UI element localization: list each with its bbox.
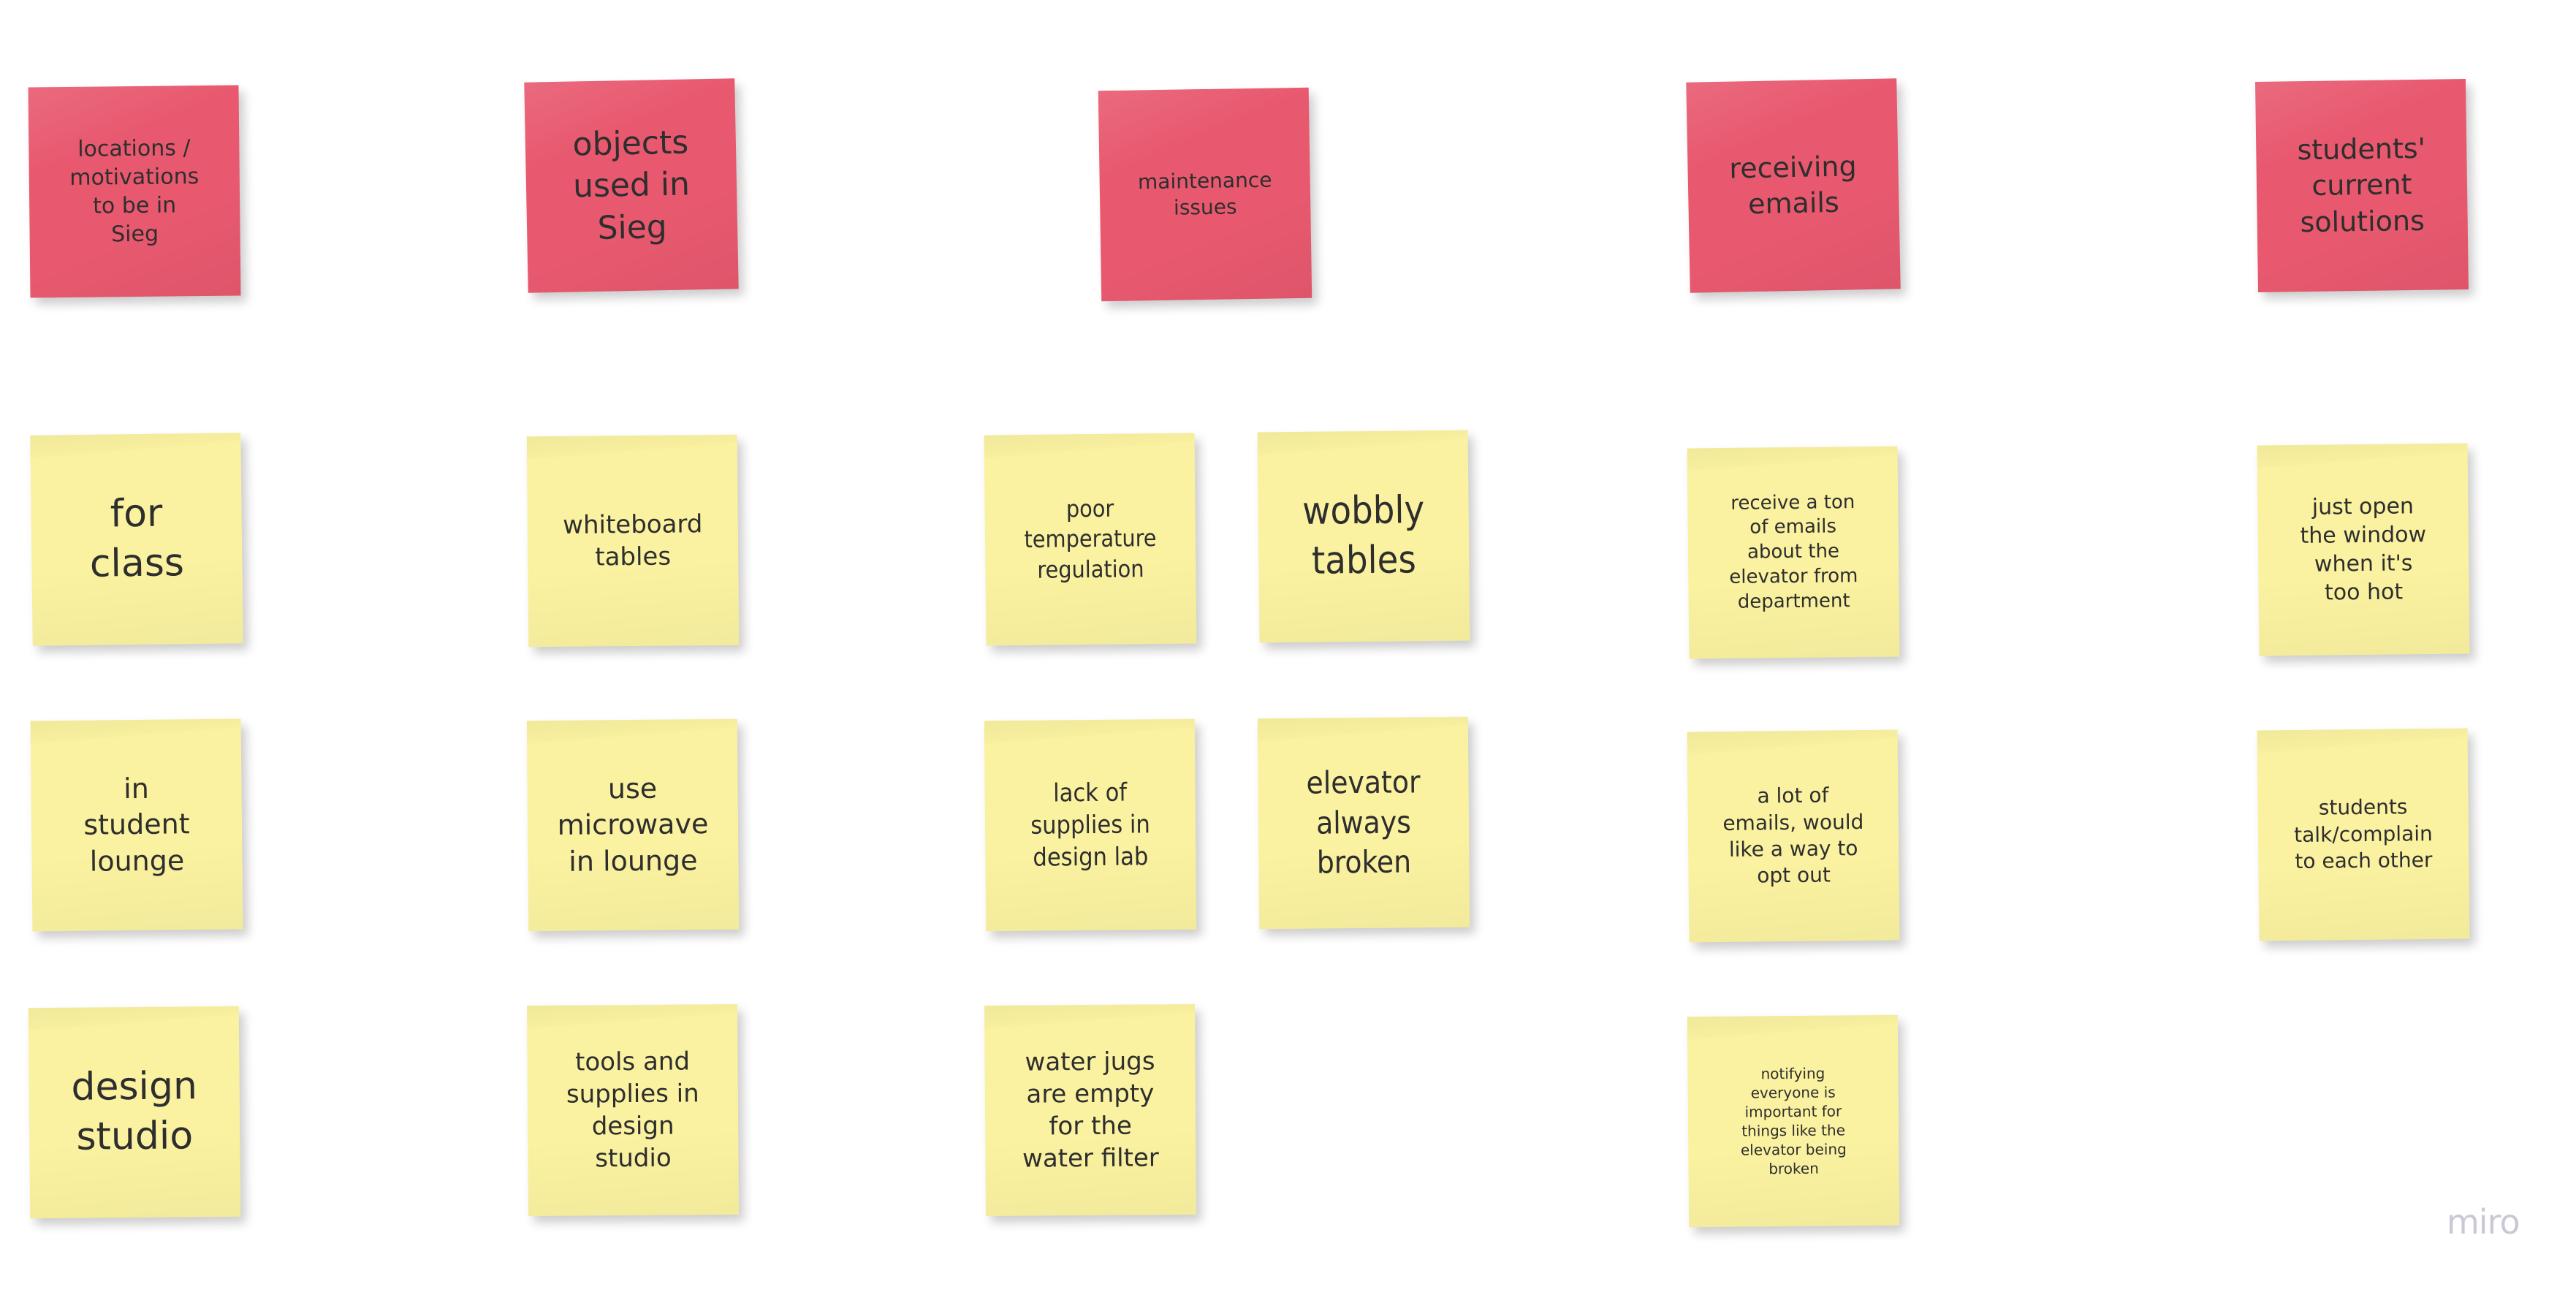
note-text: maintenance issues <box>1137 167 1272 220</box>
sticky-note-elevator-always-broken[interactable]: elevator always broken <box>1257 716 1470 930</box>
note-text: use microwave in lounge <box>557 772 709 878</box>
sticky-note-design-studio[interactable]: design studio <box>28 1006 241 1219</box>
note-text: poor temperature regulation <box>1024 494 1157 584</box>
note-text: tools and supplies in design studio <box>566 1047 699 1174</box>
note-text: design studio <box>71 1064 198 1159</box>
header-note-locations-motivations[interactable]: locations / motivations to be in Sieg <box>28 85 241 298</box>
note-text: wobbly tables <box>1302 488 1425 583</box>
sticky-note-wobbly-tables[interactable]: wobbly tables <box>1257 430 1470 643</box>
note-text: whiteboard tables <box>563 509 703 572</box>
sticky-note-just-open-the-window[interactable]: just open the window when it's too hot <box>2257 443 2470 656</box>
sticky-note-lack-of-supplies[interactable]: lack of supplies in design lab <box>984 718 1197 932</box>
note-text: notifying everyone is important for thin… <box>1740 1064 1847 1178</box>
note-text: locations / motivations to be in Sieg <box>69 135 200 248</box>
sticky-note-for-class[interactable]: for class <box>30 433 243 646</box>
sticky-note-in-student-lounge[interactable]: in student lounge <box>30 718 243 932</box>
header-note-objects-used-in-sieg[interactable]: objects used in Sieg <box>524 78 739 293</box>
sticky-note-students-talk-complain[interactable]: students talk/complain to each other <box>2257 728 2470 941</box>
note-text: in student lounge <box>83 772 190 878</box>
sticky-note-whiteboard-tables[interactable]: whiteboard tables <box>526 434 740 648</box>
miro-watermark: miro <box>2447 1202 2520 1242</box>
sticky-note-tools-and-supplies[interactable]: tools and supplies in design studio <box>526 1003 740 1217</box>
sticky-note-use-microwave-in-lounge[interactable]: use microwave in lounge <box>526 718 740 932</box>
sticky-note-receive-a-ton-of-emails[interactable]: receive a ton of emails about the elevat… <box>1687 446 1900 659</box>
sticky-note-poor-temperature-regulation[interactable]: poor temperature regulation <box>984 433 1197 646</box>
note-text: water jugs are empty for the water filte… <box>1022 1047 1159 1174</box>
note-text: receiving emails <box>1728 149 1858 221</box>
note-text: students talk/complain to each other <box>2294 794 2433 874</box>
miro-board-canvas[interactable]: locations / motivations to be in Sieg fo… <box>0 0 2576 1295</box>
header-note-maintenance-issues[interactable]: maintenance issues <box>1098 87 1312 302</box>
header-note-students-current-solutions[interactable]: students' current solutions <box>2255 79 2469 292</box>
note-text: receive a ton of emails about the elevat… <box>1729 490 1858 613</box>
note-text: a lot of emails, would like a way to opt… <box>1722 783 1864 888</box>
note-text: lack of supplies in design lab <box>1030 778 1150 873</box>
note-text: for class <box>89 491 185 586</box>
note-text: objects used in Sieg <box>572 124 691 247</box>
note-text: elevator always broken <box>1306 764 1421 881</box>
note-text: students' current solutions <box>2297 132 2426 238</box>
sticky-note-water-jugs-empty[interactable]: water jugs are empty for the water filte… <box>984 1003 1197 1217</box>
sticky-note-a-lot-of-emails-opt-out[interactable]: a lot of emails, would like a way to opt… <box>1687 729 1900 943</box>
note-text: just open the window when it's too hot <box>2300 493 2427 606</box>
header-note-receiving-emails[interactable]: receiving emails <box>1686 78 1901 293</box>
sticky-note-notifying-everyone-important[interactable]: notifying everyone is important for thin… <box>1687 1014 1900 1228</box>
